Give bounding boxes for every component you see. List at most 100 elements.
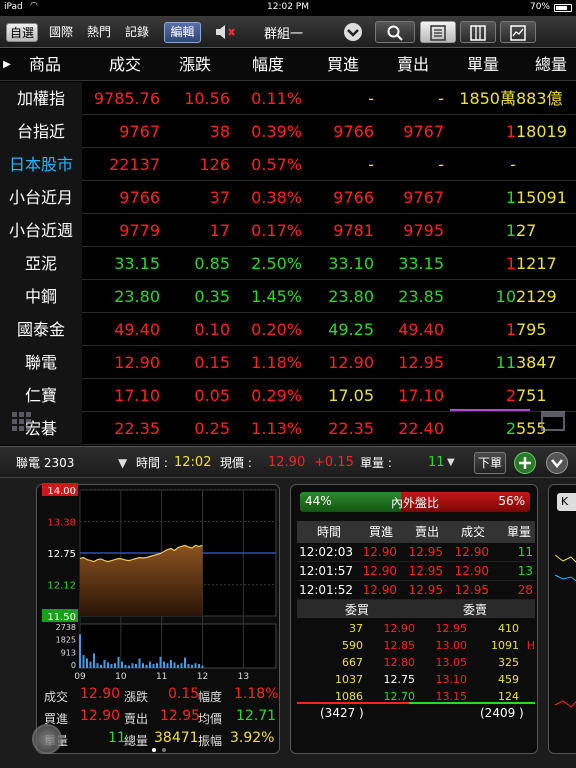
volume-bar xyxy=(156,663,158,668)
ratio-right-value: 56% xyxy=(498,494,525,508)
book-ask-total: (2409 ) xyxy=(480,706,524,720)
tick-row: 12:01:57 12.90 12.95 12.90 13 xyxy=(297,562,535,581)
book-cell: 12.75 xyxy=(383,673,416,686)
ticks-header: 時間 買進 賣出 成交 單量 xyxy=(297,521,535,543)
x-tick-label: 12 xyxy=(197,672,208,682)
tick-row: 12:02:03 12.90 12.95 12.90 11 xyxy=(297,543,535,562)
volume-bar xyxy=(152,664,155,668)
book-balance-line xyxy=(297,702,535,704)
volume-bar xyxy=(173,662,176,668)
volume-bar xyxy=(170,660,172,668)
book-cell: 12.95 xyxy=(435,622,468,635)
volume-bar xyxy=(121,661,123,668)
ticks-col-ask: 賣出 xyxy=(415,525,440,539)
book-cell: 12.80 xyxy=(383,656,416,669)
book-cell: 1037 xyxy=(335,673,363,686)
volume-bar xyxy=(142,663,144,668)
info-value-total: 38471 xyxy=(154,730,199,746)
volume-bar xyxy=(149,661,151,668)
info-value-pct: 1.18% xyxy=(234,686,279,702)
volume-bar xyxy=(117,656,120,668)
info-label-ask: 賣出 xyxy=(124,712,149,726)
book-cell: 325 xyxy=(498,656,519,669)
volume-bar xyxy=(138,658,141,668)
book-cell: 1091 xyxy=(491,639,519,652)
tick-cell: 28 xyxy=(517,583,533,597)
info-label-amplitude: 振幅 xyxy=(198,734,223,748)
volume-bar xyxy=(180,663,183,668)
info-label-trade: 成交 xyxy=(44,690,69,704)
book-cell: 13.05 xyxy=(435,656,468,669)
info-value-trade: 12.90 xyxy=(80,686,121,702)
kline-chart-partial xyxy=(554,554,576,708)
info-value-bid: 12.90 xyxy=(80,708,121,724)
volume-bar xyxy=(110,664,113,668)
page-indicator xyxy=(150,748,170,754)
assistive-touch-icon[interactable] xyxy=(32,724,62,754)
volume-bar xyxy=(96,663,99,668)
kline-card-partial[interactable]: K xyxy=(548,484,576,754)
volume-bar xyxy=(128,665,130,668)
volume-bar xyxy=(124,664,127,668)
volume-bar xyxy=(163,661,165,668)
buy-sell-ratio-bar: 44% 內外盤比 56% xyxy=(300,492,530,512)
ticks-col-vol: 單量 xyxy=(507,525,532,539)
x-tick-label: 11 xyxy=(156,672,167,682)
volume-bar xyxy=(79,634,81,668)
x-tick-label: 10 xyxy=(115,672,127,682)
volume-tick-label: 1825 xyxy=(56,636,76,645)
tick-cell: 13 xyxy=(517,564,533,578)
book-row: 590 12.85 13.00 1091 H xyxy=(297,637,535,654)
volume-bar xyxy=(184,657,186,668)
volume-bar xyxy=(103,660,106,668)
volume-bar xyxy=(194,663,197,668)
x-tick-label: 13 xyxy=(238,672,249,682)
kline-tab-partial[interactable]: K xyxy=(557,493,576,511)
book-cell: 13.10 xyxy=(435,673,468,686)
book-cell: 590 xyxy=(342,639,363,652)
book-header: 委買 委賣 xyxy=(297,600,535,618)
volume-plot-area xyxy=(79,623,277,669)
volume-bar xyxy=(198,664,200,668)
book-bid-title: 委買 xyxy=(345,603,370,617)
tick-cell: 11 xyxy=(517,545,533,559)
volume-tick-label: 2738 xyxy=(56,623,76,632)
book-cell: H xyxy=(526,639,535,652)
volume-bar xyxy=(191,664,193,668)
volume-bar xyxy=(135,664,137,668)
book-bid-total: (3427 ) xyxy=(320,706,364,720)
quote-summary: 成交 12.90 漲跌 0.15 幅度 1.18% 買進 12.90 賣出 12… xyxy=(44,686,279,748)
x-tick-label: 09 xyxy=(74,672,86,682)
book-row: 37 12.90 12.95 410 xyxy=(297,620,535,637)
volume-bar xyxy=(166,663,169,668)
book-row: 667 12.80 13.05 325 xyxy=(297,654,535,671)
volume-bar xyxy=(145,664,148,668)
y-tick-label: 13.38 xyxy=(47,518,76,529)
info-value-avg: 12.71 xyxy=(236,708,277,724)
info-label-total: 總量 xyxy=(124,734,149,748)
volume-bar xyxy=(131,663,134,668)
volume-bar xyxy=(100,664,102,668)
y-tick-label: 12.12 xyxy=(47,581,76,592)
info-value-change: 0.15 xyxy=(168,686,200,702)
volume-bar xyxy=(187,664,190,668)
info-label-change: 漲跌 xyxy=(124,690,149,704)
ticks-col-trade: 成交 xyxy=(461,525,486,539)
y-tick-label: 12.75 xyxy=(47,549,76,560)
book-row: 1037 12.75 13.10 459 xyxy=(297,671,535,688)
volume-bar xyxy=(107,662,109,668)
tick-row: 12:01:52 12.90 12.95 12.95 28 xyxy=(297,581,535,600)
volume-bar xyxy=(89,661,92,668)
volume-tick-label: 0 xyxy=(71,661,76,670)
y-tick-label: 14.00 xyxy=(47,486,76,497)
info-label-pct: 幅度 xyxy=(198,690,223,704)
volume-bar xyxy=(159,656,162,668)
app-root: iPad ◠ 12:02 PM 70% 自選 國際 熱門 記錄 編輯 群組一 ▶… xyxy=(0,0,576,768)
volume-bar xyxy=(177,664,179,668)
volume-tick-label: 913 xyxy=(61,648,76,657)
volume-bar xyxy=(82,655,85,668)
alert-underline xyxy=(450,409,530,411)
book-cell: 12.85 xyxy=(383,639,416,652)
info-value-amplitude: 3.92% xyxy=(230,730,275,746)
ratio-title: 內外盤比 xyxy=(390,496,439,510)
